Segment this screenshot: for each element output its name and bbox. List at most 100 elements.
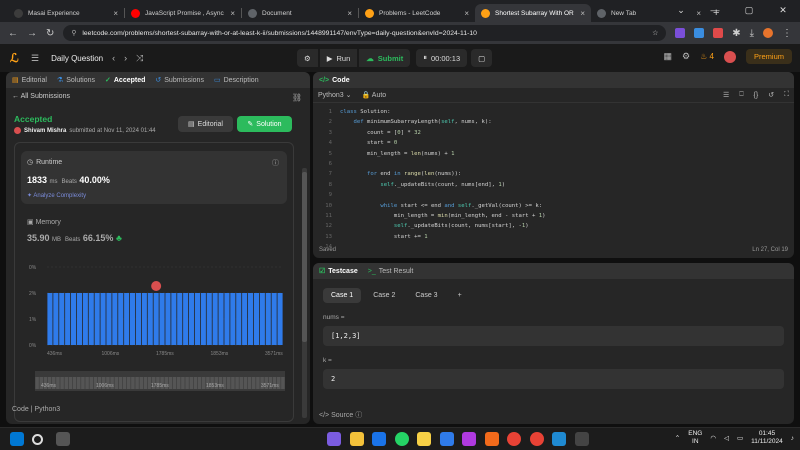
user-avatar[interactable]: [723, 50, 736, 63]
share-link-icon[interactable]: ⛓: [292, 93, 302, 102]
all-submissions-link[interactable]: ← All Submissions: [12, 93, 70, 100]
extension-icon[interactable]: [713, 28, 724, 38]
bookmark-star-icon[interactable]: ☆: [652, 29, 658, 37]
notes-button[interactable]: ▢: [471, 49, 493, 67]
download-icon[interactable]: ⤓: [750, 28, 754, 39]
info-icon[interactable]: ⓘ: [272, 158, 279, 168]
tab-editorial[interactable]: ▤ Editorial: [12, 76, 47, 85]
chrome-icon[interactable]: [507, 432, 521, 446]
close-tab-icon[interactable]: ×: [464, 9, 469, 18]
whatsapp-icon[interactable]: [394, 432, 409, 446]
fullscreen-icon[interactable]: ⛶: [784, 91, 789, 99]
copilot-icon[interactable]: [327, 432, 341, 446]
search-icon[interactable]: [32, 434, 43, 445]
profile-avatar[interactable]: [763, 28, 773, 38]
browser-tab[interactable]: JavaScript Promise , Async ×: [125, 4, 241, 22]
task-view-icon[interactable]: [56, 432, 70, 446]
browser-tab[interactable]: Document ×: [242, 4, 358, 22]
braces-icon[interactable]: {}: [754, 92, 759, 99]
extra-app-icon[interactable]: [574, 432, 589, 446]
extension-icon[interactable]: [694, 28, 705, 38]
extensions-puzzle-icon[interactable]: ✱: [732, 28, 740, 39]
clock[interactable]: 01:45 11/11/2024: [751, 430, 783, 446]
close-window-icon[interactable]: ✕: [766, 0, 800, 22]
streak-counter[interactable]: ♨ 4: [700, 52, 714, 61]
volume-icon[interactable]: ◁: [724, 434, 729, 442]
tab-code[interactable]: </> Code: [319, 77, 350, 84]
reload-icon[interactable]: ↻: [46, 28, 54, 39]
case-3-tab[interactable]: Case 3: [407, 288, 445, 303]
notification-bell-icon[interactable]: ♪: [791, 435, 794, 442]
close-tab-icon[interactable]: ×: [113, 9, 118, 18]
source-toggle[interactable]: </> Source ⓘ: [319, 410, 362, 420]
timer[interactable]: ⏸ 00:00:13: [416, 49, 468, 67]
tab-solutions[interactable]: ⚗ Solutions: [57, 76, 95, 85]
run-button[interactable]: ▶ Run: [319, 49, 358, 67]
site-info-icon[interactable]: ⚲: [71, 29, 76, 37]
close-tab-icon[interactable]: ×: [580, 9, 585, 18]
tab-search-icon[interactable]: ⌄: [664, 0, 698, 22]
back-icon[interactable]: ←: [8, 28, 18, 39]
next-problem-icon[interactable]: ›: [124, 53, 127, 63]
wifi-icon[interactable]: ◠: [710, 434, 716, 442]
browser-menu-icon[interactable]: ⋮: [782, 28, 792, 39]
browser-tab[interactable]: Problems - LeetCode ×: [359, 4, 475, 22]
windows-start-icon[interactable]: [10, 432, 24, 446]
battery-icon[interactable]: ▭: [737, 434, 743, 442]
memory-title[interactable]: ▣ Memory: [27, 218, 61, 226]
browser-tab[interactable]: Shortest Subarray With OR ×: [475, 4, 591, 22]
tab-description[interactable]: ▭ Description: [214, 76, 259, 85]
submitter-name[interactable]: Shivam Mishra: [24, 128, 66, 134]
analyze-complexity-link[interactable]: ✦ Analyze Complexity: [27, 192, 86, 199]
tab-submissions[interactable]: ↺ Submissions: [155, 76, 204, 85]
settings-gear-icon[interactable]: ⚙: [682, 51, 690, 62]
nums-input[interactable]: [1,2,3]: [323, 326, 784, 346]
tab-test-result[interactable]: >_ Test Result: [368, 268, 414, 275]
close-tab-icon[interactable]: ×: [347, 9, 352, 18]
file-explorer-icon[interactable]: [349, 432, 364, 446]
k-input[interactable]: 2: [323, 369, 784, 389]
media-icon[interactable]: [462, 432, 476, 446]
language-indicator[interactable]: ENG IN: [688, 430, 702, 446]
tab-accepted[interactable]: ✓ Accepted: [105, 76, 145, 85]
browser-tab[interactable]: Masai Experience ×: [8, 4, 124, 22]
problem-list-icon[interactable]: ☰: [31, 53, 39, 64]
app-icon[interactable]: [439, 432, 454, 446]
maximize-icon[interactable]: ▢: [732, 0, 766, 22]
chrome-icon[interactable]: [529, 432, 544, 446]
case-2-tab[interactable]: Case 2: [365, 288, 403, 303]
tab-testcase[interactable]: ☑ Testcase: [319, 267, 358, 276]
scrollbar-thumb[interactable]: [302, 172, 307, 342]
tray-chevron-icon[interactable]: ⌃: [675, 434, 680, 442]
leetcode-logo[interactable]: ℒ: [10, 52, 22, 64]
auto-toggle[interactable]: 🔒 Auto: [362, 91, 387, 99]
runtime-distribution-chart[interactable]: 0% 2% 1% 0% 436ms 1006ms 1785ms 1853ms 3571ms: [27, 263, 289, 359]
editorial-button[interactable]: ▤ Editorial: [178, 116, 233, 132]
prev-problem-icon[interactable]: ‹: [112, 53, 115, 63]
brave-icon[interactable]: [484, 432, 499, 446]
bookmark-icon[interactable]: ⎕: [739, 91, 743, 99]
minimize-icon[interactable]: —: [698, 0, 732, 22]
distribution-minimap[interactable]: 436ms 1006ms 1785ms 1853ms 3571ms: [35, 371, 285, 391]
daily-question-title[interactable]: Daily Question: [51, 54, 103, 63]
debug-button[interactable]: ⚙: [297, 49, 318, 67]
store-icon[interactable]: [372, 432, 386, 446]
language-select[interactable]: Python3 ⌄: [318, 91, 352, 99]
case-1-tab[interactable]: Case 1: [323, 288, 362, 303]
add-case-button[interactable]: +: [450, 288, 470, 303]
code-editor[interactable]: 1 class Solution: 2 def minimumSubarrayLen…: [313, 107, 794, 250]
close-tab-icon[interactable]: ×: [230, 9, 235, 18]
solution-button[interactable]: ✎ Solution: [237, 116, 292, 132]
submit-button[interactable]: ☁ Submit: [359, 49, 411, 67]
sticky-notes-icon[interactable]: [417, 432, 431, 446]
premium-button[interactable]: Premium: [745, 49, 792, 64]
extension-icon[interactable]: [675, 28, 686, 38]
shuffle-icon[interactable]: ⤨: [136, 53, 143, 64]
runtime-card[interactable]: ◷ Runtime ⓘ 1833 ms Beats 40.00% ✦ Analyze…: [21, 151, 287, 204]
forward-icon[interactable]: →: [27, 28, 37, 39]
layout-grid-icon[interactable]: ▦: [664, 51, 673, 62]
reset-icon[interactable]: ↺: [768, 91, 774, 99]
address-bar[interactable]: ⚲ leetcode.com/problems/shortest-subarra…: [63, 25, 667, 41]
vscode-icon[interactable]: [552, 432, 566, 446]
format-icon[interactable]: ☰: [723, 91, 729, 99]
